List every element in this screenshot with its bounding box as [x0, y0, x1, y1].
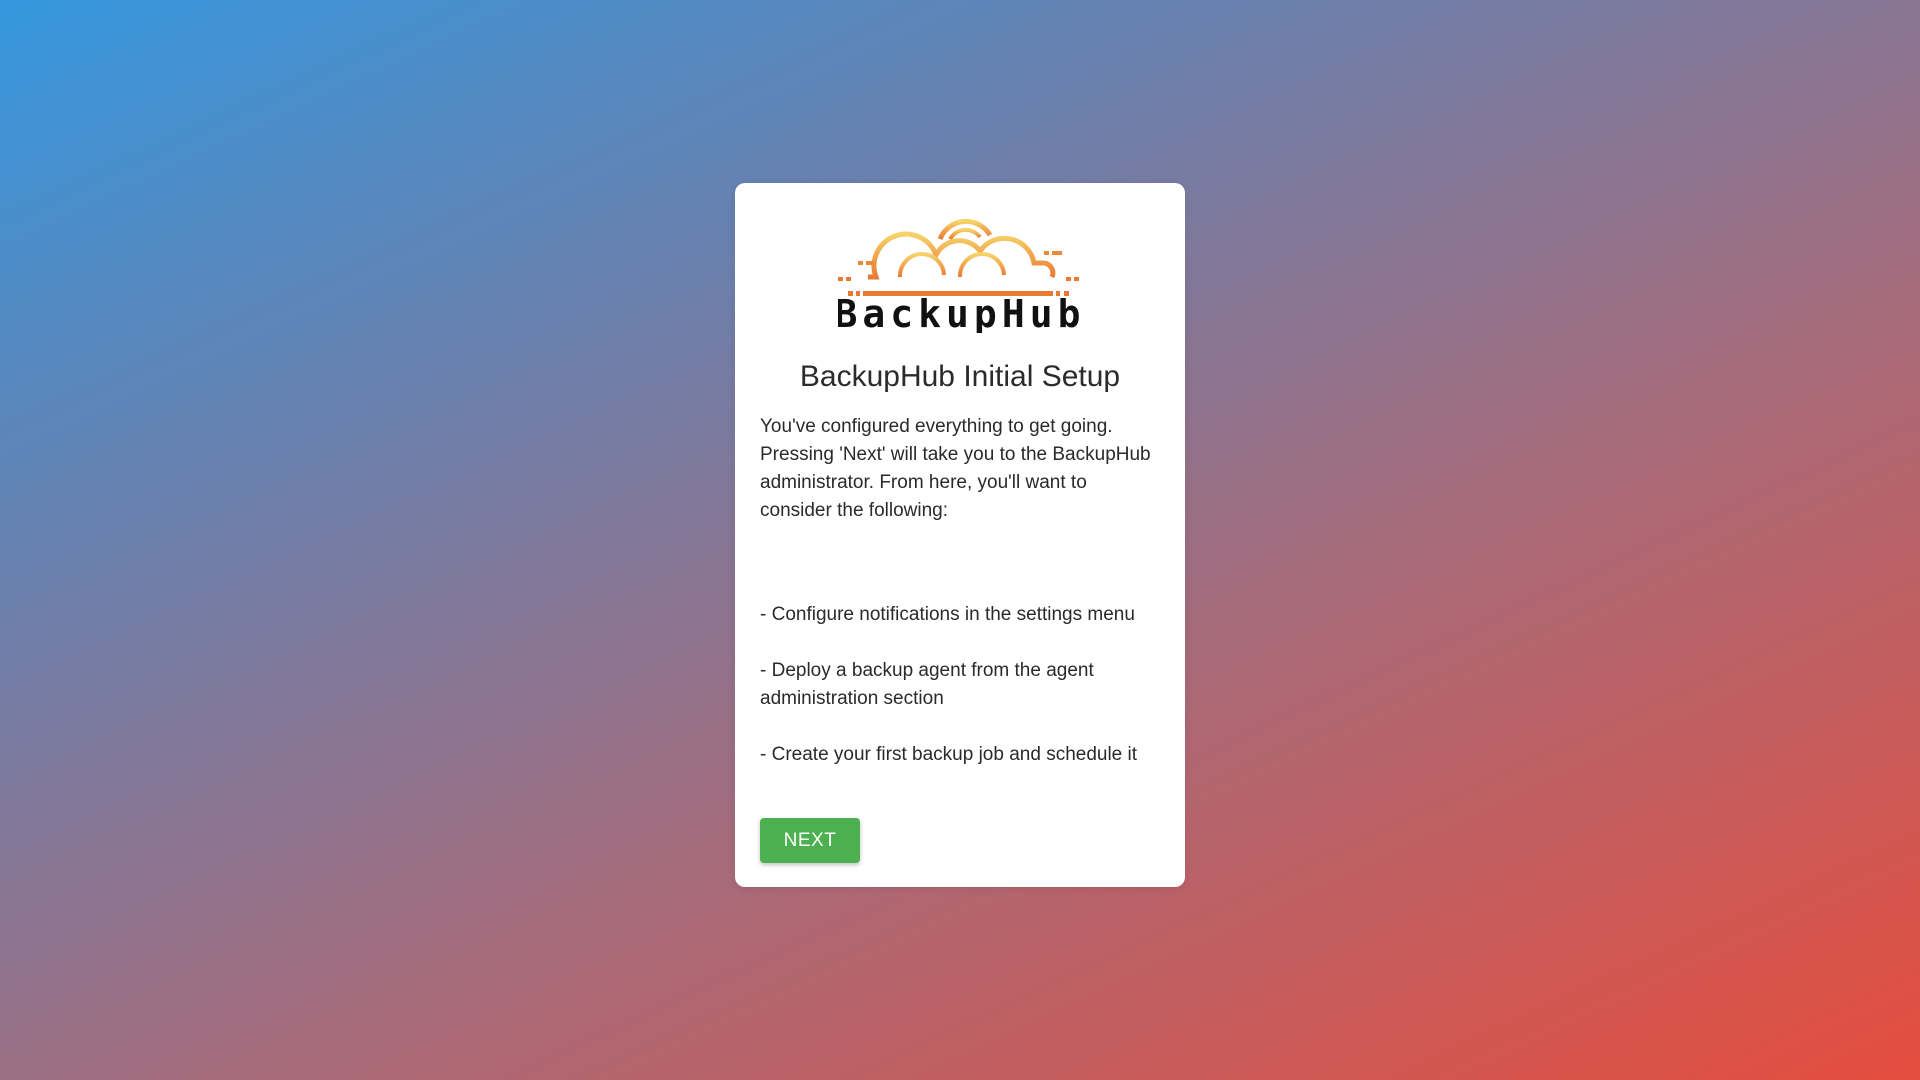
list-item: - Deploy a backup agent from the agent a… — [760, 660, 1094, 709]
backuphub-logo: BackupHub — [838, 205, 1082, 333]
next-steps-list: - Configure notifications in the setting… — [760, 601, 1160, 797]
setup-card: BackupHub BackupHub Initial Setup You've… — [735, 183, 1185, 887]
svg-text:BackupHub: BackupHub — [838, 292, 1082, 333]
page-title: BackupHub Initial Setup — [799, 360, 1121, 393]
setup-intro-text: You've configured everything to get goin… — [760, 416, 1151, 521]
cloud-sun-logo-icon: BackupHub — [838, 218, 1082, 333]
list-item: - Create your first backup job and sched… — [760, 744, 1138, 765]
list-item: - Configure notifications in the setting… — [760, 604, 1135, 625]
next-button[interactable]: NEXT — [760, 818, 860, 863]
